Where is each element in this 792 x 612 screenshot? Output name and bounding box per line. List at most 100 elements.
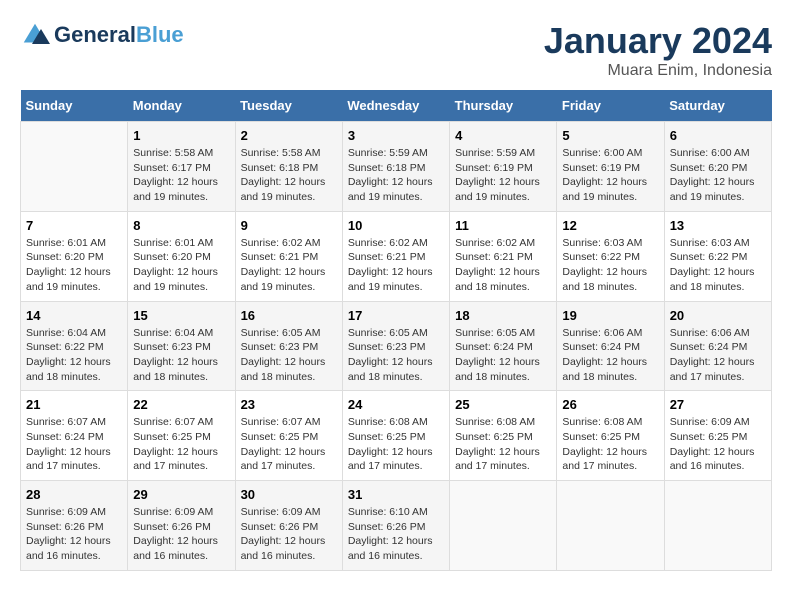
day-info: Sunrise: 6:08 AMSunset: 6:25 PMDaylight:… (562, 415, 658, 474)
calendar-cell: 4 Sunrise: 5:59 AMSunset: 6:19 PMDaylight… (450, 122, 557, 212)
day-number: 3 (348, 128, 444, 143)
calendar-cell: 16Sunrise: 6:05 AMSunset: 6:23 PMDayligh… (235, 301, 342, 391)
day-number: 22 (133, 397, 229, 412)
column-header-thursday: Thursday (450, 90, 557, 122)
calendar-cell: 26 Sunrise: 6:08 AMSunset: 6:25 PMDayligh… (557, 391, 664, 481)
calendar-cell: 29 Sunrise: 6:09 AMSunset: 6:26 PMDayligh… (128, 481, 235, 571)
day-info: Sunrise: 5:59 AMSunset: 6:19 PMDaylight:… (455, 146, 551, 205)
day-info: Sunrise: 6:09 AMSunset: 6:26 PMDaylight:… (133, 505, 229, 564)
day-number: 29 (133, 487, 229, 502)
day-number: 27 (670, 397, 766, 412)
calendar-cell: 18 Sunrise: 6:05 AMSunset: 6:24 PMDayligh… (450, 301, 557, 391)
day-info: Sunrise: 6:03 AMSunset: 6:22 PMDaylight:… (670, 236, 766, 295)
day-info: Sunrise: 5:58 AMSunset: 6:17 PMDaylight:… (133, 146, 229, 205)
day-info: Sunrise: 6:01 AMSunset: 6:20 PMDaylight:… (26, 236, 122, 295)
day-info: Sunrise: 6:02 AMSunset: 6:21 PMDaylight:… (348, 236, 444, 295)
week-row-0: 1 Sunrise: 5:58 AMSunset: 6:17 PMDaylight… (21, 122, 772, 212)
column-header-friday: Friday (557, 90, 664, 122)
calendar-cell: 7 Sunrise: 6:01 AMSunset: 6:20 PMDaylight… (21, 211, 128, 301)
day-info: Sunrise: 6:09 AMSunset: 6:25 PMDaylight:… (670, 415, 766, 474)
day-number: 20 (670, 308, 766, 323)
calendar-cell: 17 Sunrise: 6:05 AMSunset: 6:23 PMDayligh… (342, 301, 449, 391)
calendar-cell (664, 481, 771, 571)
day-number: 9 (241, 218, 337, 233)
day-info: Sunrise: 5:59 AMSunset: 6:18 PMDaylight:… (348, 146, 444, 205)
day-info: Sunrise: 6:05 AMSunset: 6:23 PMDaylight:… (348, 326, 444, 385)
calendar-cell: 14 Sunrise: 6:04 AMSunset: 6:22 PMDayligh… (21, 301, 128, 391)
calendar-cell: 25 Sunrise: 6:08 AMSunset: 6:25 PMDayligh… (450, 391, 557, 481)
calendar-cell: 1 Sunrise: 5:58 AMSunset: 6:17 PMDaylight… (128, 122, 235, 212)
day-number: 8 (133, 218, 229, 233)
calendar-cell: 24Sunrise: 6:08 AMSunset: 6:25 PMDayligh… (342, 391, 449, 481)
calendar-cell: 22 Sunrise: 6:07 AMSunset: 6:25 PMDayligh… (128, 391, 235, 481)
day-info: Sunrise: 6:07 AMSunset: 6:24 PMDaylight:… (26, 415, 122, 474)
calendar-cell: 5 Sunrise: 6:00 AMSunset: 6:19 PMDaylight… (557, 122, 664, 212)
calendar-cell: 21Sunrise: 6:07 AMSunset: 6:24 PMDayligh… (21, 391, 128, 481)
week-row-2: 14 Sunrise: 6:04 AMSunset: 6:22 PMDayligh… (21, 301, 772, 391)
logo: GeneralBlue (20, 20, 184, 50)
calendar-header-row: SundayMondayTuesdayWednesdayThursdayFrid… (21, 90, 772, 122)
calendar-cell: 20Sunrise: 6:06 AMSunset: 6:24 PMDayligh… (664, 301, 771, 391)
page-header: GeneralBlue January 2024 Muara Enim, Ind… (20, 20, 772, 80)
day-number: 4 (455, 128, 551, 143)
day-number: 5 (562, 128, 658, 143)
day-info: Sunrise: 6:00 AMSunset: 6:19 PMDaylight:… (562, 146, 658, 205)
day-number: 25 (455, 397, 551, 412)
logo-text: GeneralBlue (54, 23, 184, 47)
day-info: Sunrise: 6:02 AMSunset: 6:21 PMDaylight:… (241, 236, 337, 295)
logo-icon (20, 20, 50, 50)
day-number: 17 (348, 308, 444, 323)
day-info: Sunrise: 5:58 AMSunset: 6:18 PMDaylight:… (241, 146, 337, 205)
subtitle: Muara Enim, Indonesia (544, 62, 772, 80)
column-header-wednesday: Wednesday (342, 90, 449, 122)
day-info: Sunrise: 6:02 AMSunset: 6:21 PMDaylight:… (455, 236, 551, 295)
calendar-cell (21, 122, 128, 212)
calendar-cell: 13Sunrise: 6:03 AMSunset: 6:22 PMDayligh… (664, 211, 771, 301)
calendar-cell: 23Sunrise: 6:07 AMSunset: 6:25 PMDayligh… (235, 391, 342, 481)
day-number: 14 (26, 308, 122, 323)
week-row-3: 21Sunrise: 6:07 AMSunset: 6:24 PMDayligh… (21, 391, 772, 481)
calendar-cell: 27 Sunrise: 6:09 AMSunset: 6:25 PMDayligh… (664, 391, 771, 481)
calendar-cell: 15 Sunrise: 6:04 AMSunset: 6:23 PMDayligh… (128, 301, 235, 391)
main-title: January 2024 (544, 20, 772, 62)
day-number: 23 (241, 397, 337, 412)
day-info: Sunrise: 6:03 AMSunset: 6:22 PMDaylight:… (562, 236, 658, 295)
calendar-cell: 10 Sunrise: 6:02 AMSunset: 6:21 PMDayligh… (342, 211, 449, 301)
day-number: 30 (241, 487, 337, 502)
calendar-cell (450, 481, 557, 571)
day-number: 7 (26, 218, 122, 233)
day-info: Sunrise: 6:01 AMSunset: 6:20 PMDaylight:… (133, 236, 229, 295)
day-number: 1 (133, 128, 229, 143)
day-info: Sunrise: 6:08 AMSunset: 6:25 PMDaylight:… (348, 415, 444, 474)
day-number: 28 (26, 487, 122, 502)
day-info: Sunrise: 6:07 AMSunset: 6:25 PMDaylight:… (133, 415, 229, 474)
day-info: Sunrise: 6:06 AMSunset: 6:24 PMDaylight:… (562, 326, 658, 385)
day-info: Sunrise: 6:08 AMSunset: 6:25 PMDaylight:… (455, 415, 551, 474)
calendar-cell: 30 Sunrise: 6:09 AMSunset: 6:26 PMDayligh… (235, 481, 342, 571)
calendar-cell: 28 Sunrise: 6:09 AMSunset: 6:26 PMDayligh… (21, 481, 128, 571)
title-block: January 2024 Muara Enim, Indonesia (544, 20, 772, 80)
day-number: 15 (133, 308, 229, 323)
day-number: 18 (455, 308, 551, 323)
calendar-cell: 9 Sunrise: 6:02 AMSunset: 6:21 PMDaylight… (235, 211, 342, 301)
day-info: Sunrise: 6:00 AMSunset: 6:20 PMDaylight:… (670, 146, 766, 205)
day-info: Sunrise: 6:05 AMSunset: 6:24 PMDaylight:… (455, 326, 551, 385)
day-info: Sunrise: 6:04 AMSunset: 6:22 PMDaylight:… (26, 326, 122, 385)
day-number: 10 (348, 218, 444, 233)
day-number: 2 (241, 128, 337, 143)
day-info: Sunrise: 6:09 AMSunset: 6:26 PMDaylight:… (241, 505, 337, 564)
day-number: 19 (562, 308, 658, 323)
calendar-cell: 19 Sunrise: 6:06 AMSunset: 6:24 PMDayligh… (557, 301, 664, 391)
day-info: Sunrise: 6:09 AMSunset: 6:26 PMDaylight:… (26, 505, 122, 564)
day-number: 12 (562, 218, 658, 233)
calendar-cell: 2 Sunrise: 5:58 AMSunset: 6:18 PMDaylight… (235, 122, 342, 212)
column-header-tuesday: Tuesday (235, 90, 342, 122)
day-info: Sunrise: 6:04 AMSunset: 6:23 PMDaylight:… (133, 326, 229, 385)
week-row-1: 7 Sunrise: 6:01 AMSunset: 6:20 PMDaylight… (21, 211, 772, 301)
day-number: 26 (562, 397, 658, 412)
day-info: Sunrise: 6:10 AMSunset: 6:26 PMDaylight:… (348, 505, 444, 564)
calendar-cell: 6Sunrise: 6:00 AMSunset: 6:20 PMDaylight… (664, 122, 771, 212)
column-header-monday: Monday (128, 90, 235, 122)
calendar-cell: 3 Sunrise: 5:59 AMSunset: 6:18 PMDaylight… (342, 122, 449, 212)
column-header-sunday: Sunday (21, 90, 128, 122)
